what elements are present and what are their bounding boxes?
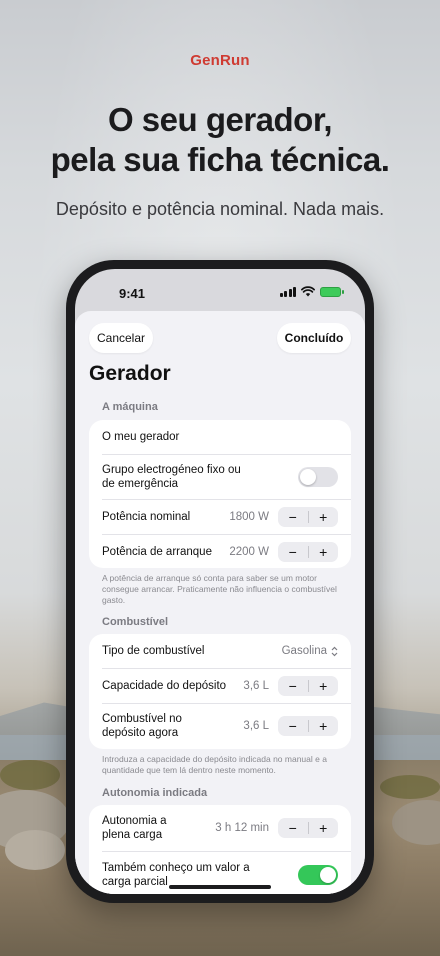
tank-capacity-value: 3,6 L (243, 680, 269, 692)
generator-name-field[interactable]: O meu gerador (102, 420, 351, 454)
page-title: Gerador (89, 362, 171, 385)
cellular-signal-icon (279, 286, 296, 297)
fuel-footnote: Introduza a capacidade do depósito indic… (102, 754, 327, 775)
tank-capacity-stepper: − + (278, 676, 338, 696)
standby-row: Grupo electrogéneo fixo ou de emergência (102, 455, 351, 499)
battery-charging-icon (320, 286, 344, 297)
fuel-card: Tipo de combustível Gasolina Capacidade … (89, 634, 351, 749)
increment-button[interactable]: + (309, 542, 339, 562)
increment-button[interactable]: + (309, 676, 339, 696)
headline-line-1: O seu gerador, (107, 101, 333, 138)
brand-name: GenRun (190, 52, 250, 69)
machine-footnote: A potência de arranque só conta para sab… (102, 573, 337, 605)
fuel-type-row[interactable]: Tipo de combustível Gasolina (102, 634, 351, 668)
rated-power-label: Potência nominal (102, 511, 191, 523)
generator-sheet: Cancelar Concluído Gerador A máquina O m… (75, 311, 365, 894)
starting-power-row: Potência de arranque 2200 W − + (102, 535, 351, 568)
phone-screen: 9:41 Cancelar Concluído Gerador A máquin… (75, 269, 365, 894)
rated-power-row: Potência nominal 1800 W − + (102, 500, 351, 534)
partial-load-label-line-2: carga parcial (102, 876, 168, 888)
subheadline: Depósito e potência nominal. Nada mais. (55, 199, 385, 219)
increment-button[interactable]: + (309, 716, 339, 736)
full-load-runtime-label-line-1: Autonomia a (102, 815, 167, 827)
chevron-up-down-icon (331, 646, 338, 657)
headline: O seu gerador, pela sua ficha técnica. (0, 100, 440, 180)
status-icons (279, 286, 344, 297)
toggle-knob (320, 867, 336, 883)
current-fuel-stepper: − + (278, 716, 338, 736)
full-load-runtime-label: Autonomia a plena carga (102, 814, 167, 842)
standby-toggle[interactable] (298, 467, 338, 487)
status-bar: 9:41 (75, 269, 365, 313)
full-load-runtime-stepper: − + (278, 818, 338, 838)
decrement-button[interactable]: − (278, 716, 308, 736)
current-fuel-label-line-1: Combustível no (102, 713, 182, 725)
fuel-type-label: Tipo de combustível (102, 645, 205, 657)
partial-load-label-line-1: Também conheço um valor a (102, 862, 250, 874)
starting-power-value: 2200 W (229, 546, 269, 558)
current-fuel-label: Combustível no depósito agora (102, 712, 182, 740)
section-header-runtime: Autonomia indicada (102, 787, 208, 799)
current-fuel-label-line-2: depósito agora (102, 727, 179, 739)
standby-label-line-1: Grupo electrogéneo fixo ou (102, 464, 241, 476)
background-bush (0, 760, 60, 790)
wifi-icon (301, 286, 315, 297)
cancel-button[interactable]: Cancelar (89, 323, 153, 353)
current-fuel-value: 3,6 L (243, 720, 269, 732)
full-load-runtime-value: 3 h 12 min (215, 822, 269, 834)
decrement-button[interactable]: − (278, 818, 308, 838)
rated-power-value: 1800 W (229, 511, 269, 523)
background-rock (5, 830, 65, 870)
generator-name-value: O meu gerador (102, 431, 180, 443)
partial-load-toggle[interactable] (298, 865, 338, 885)
full-load-runtime-row: Autonomia a plena carga 3 h 12 min − + (102, 805, 351, 851)
phone-frame: 9:41 Cancelar Concluído Gerador A máquin… (66, 260, 374, 903)
starting-power-label: Potência de arranque (102, 546, 212, 558)
current-fuel-row: Combustível no depósito agora 3,6 L − + (102, 704, 351, 748)
tank-capacity-label: Capacidade do depósito (102, 680, 227, 692)
fuel-type-value: Gasolina (281, 645, 327, 657)
tank-capacity-row: Capacidade do depósito 3,6 L − + (102, 669, 351, 703)
toggle-knob (300, 469, 316, 485)
increment-button[interactable]: + (309, 818, 339, 838)
standby-label: Grupo electrogéneo fixo ou de emergência (102, 463, 241, 491)
section-header-machine: A máquina (102, 401, 158, 413)
full-load-runtime-label-line-2: plena carga (102, 829, 163, 841)
headline-line-2: pela sua ficha técnica. (50, 141, 390, 178)
background-bush (380, 775, 440, 799)
decrement-button[interactable]: − (278, 676, 308, 696)
done-button[interactable]: Concluído (277, 323, 351, 353)
rated-power-stepper: − + (278, 507, 338, 527)
home-indicator[interactable] (169, 885, 271, 889)
starting-power-stepper: − + (278, 542, 338, 562)
runtime-card: Autonomia a plena carga 3 h 12 min − + Ta… (89, 805, 351, 894)
section-header-fuel: Combustível (102, 616, 169, 628)
standby-label-line-2: de emergência (102, 478, 179, 490)
decrement-button[interactable]: − (278, 507, 308, 527)
status-time: 9:41 (119, 286, 146, 301)
machine-card: O meu gerador Grupo electrogéneo fixo ou… (89, 420, 351, 568)
decrement-button[interactable]: − (278, 542, 308, 562)
increment-button[interactable]: + (309, 507, 339, 527)
